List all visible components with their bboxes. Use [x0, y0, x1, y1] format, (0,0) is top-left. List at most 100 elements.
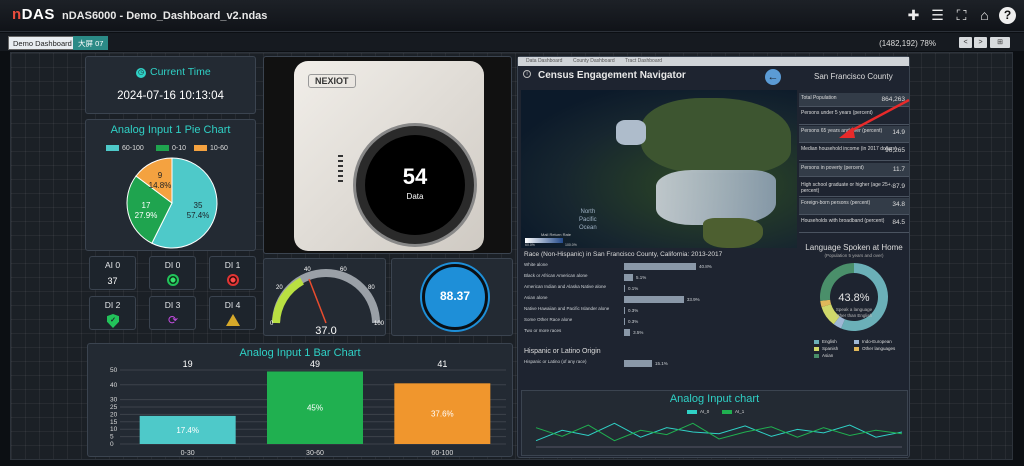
pie-label-value: 9: [158, 171, 163, 180]
race-bar[interactable]: [624, 307, 625, 314]
tab-other[interactable]: 大屏 07: [73, 36, 109, 50]
race-row: White alone 40.8%: [524, 262, 724, 271]
bar-category-label: 0-30: [181, 450, 195, 457]
bar-category-label: 30-60: [306, 450, 324, 457]
gauge-tick: 100: [374, 321, 385, 327]
di0-cell: DI 0: [149, 256, 196, 290]
fullscreen-icon[interactable]: ⛶: [953, 7, 970, 24]
refresh-icon: ⟳: [167, 313, 179, 327]
device-body: NEXIOT 54 Data: [294, 61, 484, 251]
device-caption: Data: [406, 192, 424, 201]
bar-y-tick: 25: [110, 404, 118, 411]
race-row-label: Asian alone: [524, 295, 548, 300]
race-row: Asian alone 33.9%: [524, 295, 724, 304]
line-series[interactable]: [535, 422, 903, 442]
race-bar-chart: White alone 40.8% Black or African America…: [518, 262, 798, 338]
race-row-label: Some Other Race alone: [524, 317, 573, 322]
race-row: Two or more races 3.5%: [524, 328, 724, 337]
help-icon[interactable]: ?: [999, 7, 1016, 24]
next-button[interactable]: >: [974, 37, 987, 48]
race-row-label: Native Hawaiian and Pacific Islander alo…: [524, 306, 610, 311]
race-row: Some Other Race alone 0.3%: [524, 317, 724, 326]
list-icon[interactable]: ☰: [929, 7, 946, 24]
tank-gauge: 88.37: [422, 264, 488, 330]
di1-label: DI 1: [224, 260, 241, 270]
home-icon[interactable]: ⌂: [976, 7, 993, 24]
census-map[interactable]: North Pacific Ocean Mail Return Rate 60.0%…: [521, 90, 797, 248]
app-logo: nDAS: [12, 6, 55, 23]
lang-legend-item: Asian: [814, 353, 833, 358]
race-bar[interactable]: [624, 318, 625, 325]
map-us-counties: [656, 170, 776, 225]
race-bar[interactable]: [624, 285, 625, 292]
ai0-cell: AI 0 37: [89, 256, 136, 290]
lang-legend-item: Spanish: [814, 346, 838, 351]
red-indicator-icon: [227, 274, 239, 286]
stat-row: Households with broadband (percent) 84.5: [799, 216, 909, 233]
fit-button[interactable]: ⊞: [990, 37, 1010, 48]
warning-icon: [226, 314, 240, 326]
back-arrow-icon[interactable]: ←: [765, 69, 781, 85]
bar-y-tick: 30: [110, 397, 118, 404]
hispanic-row: Hispanic or Latino (of any race) 15.1%: [524, 359, 668, 367]
gauge-tick: 40: [304, 267, 311, 273]
bar-category-label: 60-100: [431, 450, 453, 457]
line-chart-title: Analog Input chart: [669, 393, 760, 405]
bar-y-tick: 20: [110, 411, 118, 418]
device-image-panel: NEXIOT 54 Data: [263, 56, 512, 254]
dashboard-screen: nDAS nDAS6000 - Demo_Dashboard_v2.ndas ✚…: [0, 0, 1024, 466]
stat-row: Foreign-born persons (percent) 34.8: [799, 198, 909, 215]
race-bar[interactable]: [624, 274, 633, 281]
di2-cell: DI 2 ✓: [89, 296, 136, 330]
race-pct: 5.1%: [636, 275, 647, 280]
county-name: San Francisco County: [814, 72, 893, 81]
gauge-tick: 80: [368, 285, 375, 291]
di2-label: DI 2: [104, 300, 121, 310]
race-row-label: Two or more races: [524, 328, 562, 333]
bar-y-tick: 5: [110, 434, 114, 441]
tank-value: 88.37: [439, 289, 471, 303]
device-reading: 54: [402, 164, 428, 189]
map-legend-title: Mail Return Rate: [541, 232, 572, 237]
prev-button[interactable]: <: [959, 37, 972, 48]
race-row-label: American Indian and Alaska Native alone: [524, 284, 607, 289]
bar-y-tick: 40: [110, 382, 118, 389]
race-bar[interactable]: [624, 263, 696, 270]
bar-data-label: 37.6%: [431, 410, 454, 419]
ai0-value: 37: [107, 276, 118, 286]
gauge-tick: 60: [340, 267, 347, 273]
di3-cell: DI 3 ⟳: [149, 296, 196, 330]
time-title: Current Time: [150, 66, 211, 78]
census-tab[interactable]: Data Dashboard: [526, 58, 562, 64]
lang-legend-item: Other languages: [854, 346, 895, 351]
gauge: 0 20 40 60 80 100 37.0: [270, 267, 385, 337]
race-row-label: White alone: [524, 262, 548, 267]
shield-check-icon: ✓: [107, 314, 119, 328]
device-led-strip: [338, 155, 343, 183]
bar-y-tick: 0: [110, 441, 114, 448]
line-legend-item: AI_0: [687, 409, 709, 414]
pie-legend-item: 0-10: [156, 145, 186, 152]
race-bar[interactable]: [624, 329, 631, 336]
donut-caption: Speak a language: [836, 307, 873, 312]
tab-demo-dashboard[interactable]: Demo Dashboard: [8, 36, 77, 50]
green-indicator-icon: [167, 274, 179, 286]
bar-data-label: 45%: [307, 404, 323, 413]
cursor-zoom-readout: (1482,192) 78%: [879, 39, 936, 48]
census-tab[interactable]: County Dashboard: [573, 58, 615, 64]
ai0-label: AI 0: [104, 260, 121, 270]
census-tab[interactable]: Tract Dashboard: [625, 58, 662, 64]
tab-bar: Demo Dashboard 大屏 07 (1482,192) 78% < > …: [0, 33, 1024, 51]
time-value: 2024-07-16 10:13:04: [117, 90, 224, 102]
map-legend-high: 100.0%: [565, 243, 577, 247]
race-row: American Indian and Alaska Native alone 0…: [524, 284, 724, 293]
race-row: Black or African American alone 5.1%: [524, 273, 724, 282]
map-alaska: [616, 120, 646, 145]
gauge-panel: 0 20 40 60 80 100 37.0: [263, 258, 386, 337]
race-bar[interactable]: [624, 296, 684, 303]
bar-value-label: 49: [310, 359, 320, 369]
info-icon[interactable]: i: [523, 70, 531, 78]
gauge-tick: 20: [276, 285, 283, 291]
lang-legend-item: English: [814, 339, 837, 344]
drop-icon[interactable]: ✚: [905, 7, 922, 24]
